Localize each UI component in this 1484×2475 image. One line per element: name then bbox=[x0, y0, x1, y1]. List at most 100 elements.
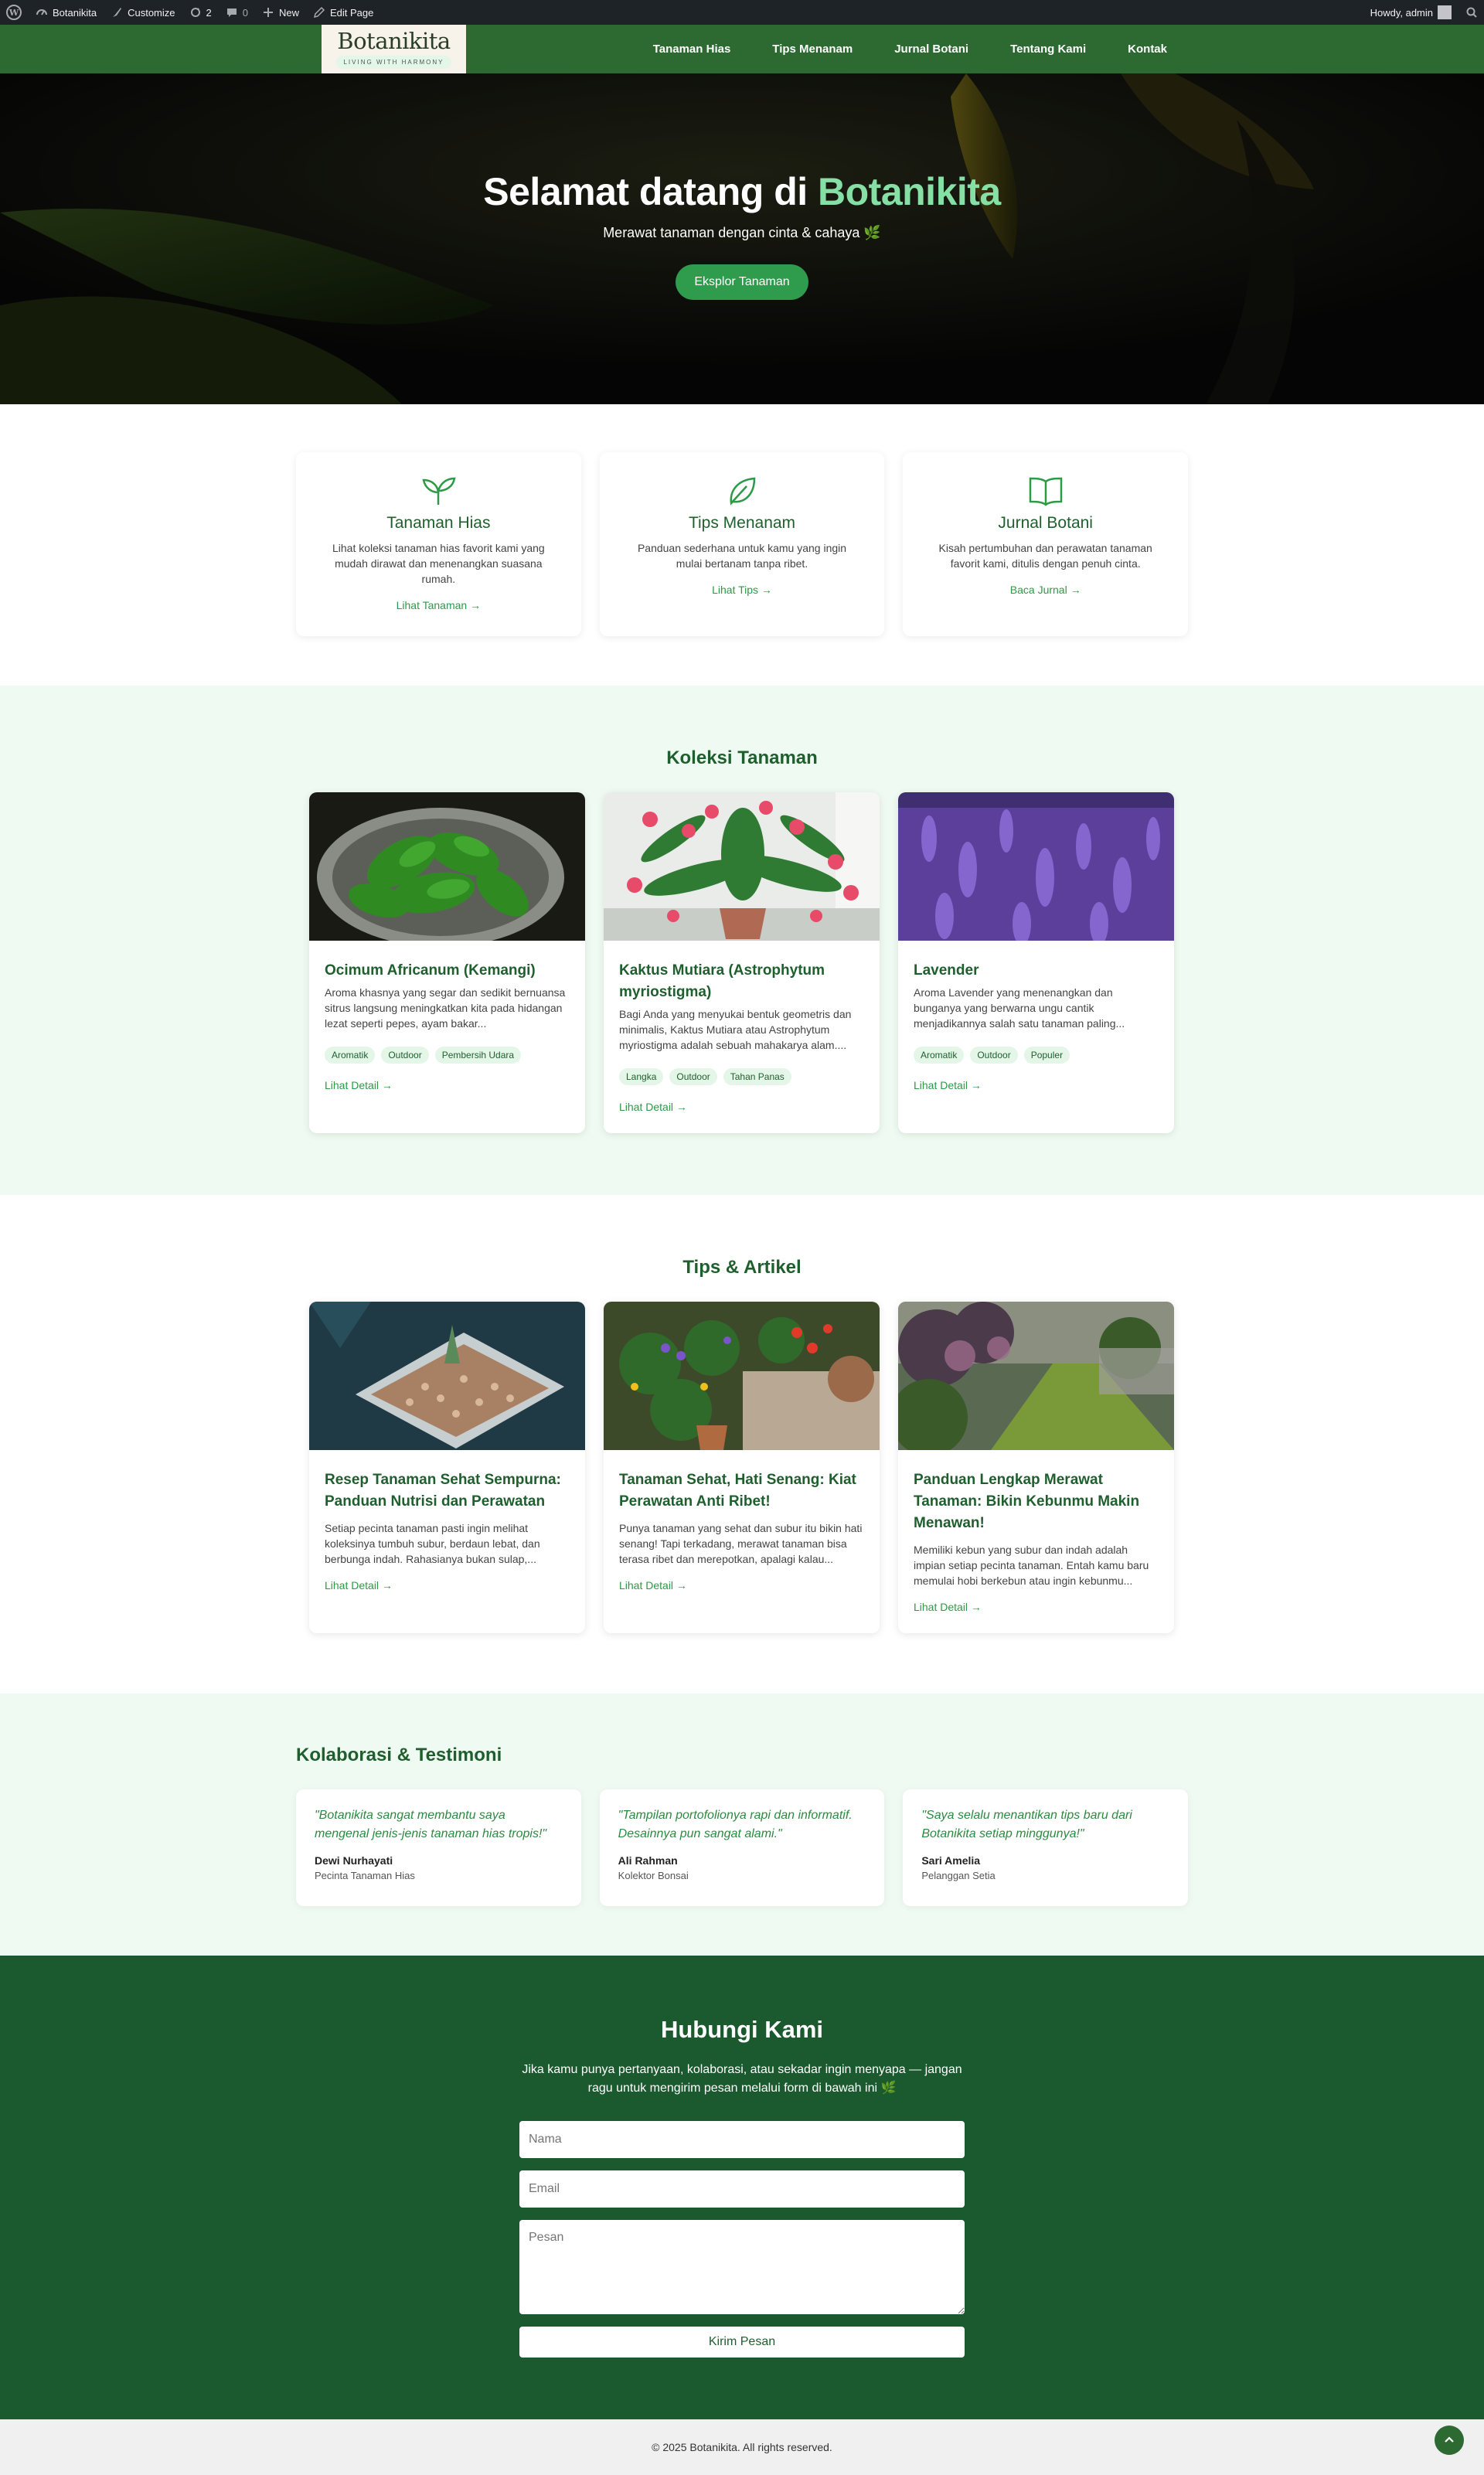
tag: Aromatik bbox=[914, 1047, 965, 1064]
avatar bbox=[1438, 5, 1452, 19]
sprout-icon bbox=[422, 477, 456, 505]
copyright-text: © 2025 Botanikita. All rights reserved. bbox=[652, 2441, 832, 2453]
collection-section: Koleksi Tanaman Ocimum Africanum (Kemang… bbox=[0, 686, 1484, 1195]
send-message-button[interactable]: Kirim Pesan bbox=[519, 2327, 965, 2358]
nav-jurnal-botani[interactable]: Jurnal Botani bbox=[894, 43, 968, 56]
tips-section: Tips & Artikel Resep Tanaman Sehat Sempu… bbox=[0, 1195, 1484, 1694]
email-field[interactable] bbox=[519, 2170, 965, 2208]
tag: Outdoor bbox=[970, 1047, 1018, 1064]
article-title[interactable]: Resep Tanaman Sehat Sempurna: Panduan Nu… bbox=[325, 1469, 570, 1513]
tag: Aromatik bbox=[325, 1047, 376, 1064]
wordpress-logo-icon[interactable]: W bbox=[6, 5, 22, 20]
testimonial-role: Pelanggan Setia bbox=[921, 1870, 996, 1881]
admin-new[interactable]: New bbox=[262, 6, 299, 19]
site-footer: © 2025 Botanikita. All rights reserved. bbox=[0, 2419, 1484, 2475]
name-field[interactable] bbox=[519, 2121, 965, 2158]
article-title[interactable]: Panduan Lengkap Merawat Tanaman: Bikin K… bbox=[914, 1469, 1159, 1534]
testimonials-section: Kolaborasi & Testimoni "Botanikita sanga… bbox=[0, 1694, 1484, 1956]
pencil-icon bbox=[313, 6, 325, 19]
hero-subtitle: Merawat tanaman dengan cinta & cahaya 🌿 bbox=[603, 225, 881, 240]
admin-customize[interactable]: Customize bbox=[111, 6, 175, 19]
plant-name[interactable]: Kaktus Mutiara (Astrophytum myriostigma) bbox=[619, 960, 864, 1003]
detail-link[interactable]: Lihat Detail → bbox=[619, 1101, 687, 1113]
article-card: Panduan Lengkap Merawat Tanaman: Bikin K… bbox=[898, 1302, 1174, 1633]
plant-name[interactable]: Lavender bbox=[914, 960, 1159, 982]
testimonial-author: Dewi Nurhayati bbox=[315, 1854, 393, 1867]
basil-image bbox=[309, 792, 585, 947]
tag: Langka bbox=[619, 1068, 664, 1085]
tag: Tahan Panas bbox=[723, 1068, 791, 1085]
feature-text: Panduan sederhana untuk kamu yang ingin … bbox=[637, 542, 847, 570]
feature-title: Jurnal Botani bbox=[998, 514, 1093, 532]
testimonial-role: Kolektor Bonsai bbox=[618, 1870, 689, 1881]
testimonial-author: Ali Rahman bbox=[618, 1854, 678, 1867]
leaf-icon bbox=[730, 477, 756, 506]
nav-tanaman-hias[interactable]: Tanaman Hias bbox=[653, 43, 731, 56]
admin-comments[interactable]: 0 bbox=[226, 6, 248, 19]
view-plants-link[interactable]: Lihat Tanaman → bbox=[397, 599, 481, 611]
article-card: Resep Tanaman Sehat Sempurna: Panduan Nu… bbox=[309, 1302, 585, 1633]
admin-site-name[interactable]: Botanikita bbox=[36, 6, 97, 19]
plant-description: Aroma Lavender yang menenangkan dan bung… bbox=[914, 986, 1125, 1030]
nav-tentang-kami[interactable]: Tentang Kami bbox=[1010, 43, 1086, 56]
detail-link[interactable]: Lihat Detail → bbox=[914, 1079, 982, 1091]
hero-title: Selamat datang di Botanikita bbox=[483, 170, 1001, 213]
section-title: Koleksi Tanaman bbox=[666, 747, 818, 768]
plant-name[interactable]: Ocimum Africanum (Kemangi) bbox=[325, 960, 570, 982]
testimonial-quote: "Tampilan portofolionya rapi dan informa… bbox=[618, 1809, 853, 1840]
brush-icon bbox=[113, 8, 122, 17]
article-card: Tanaman Sehat, Hati Senang: Kiat Perawat… bbox=[604, 1302, 880, 1633]
detail-link[interactable]: Lihat Detail → bbox=[914, 1601, 982, 1613]
tag: Outdoor bbox=[381, 1047, 429, 1064]
back-to-top-button[interactable] bbox=[1435, 2426, 1464, 2455]
features-section: Tanaman Hias Lihat koleksi tanaman hias … bbox=[0, 404, 1484, 686]
contact-form: Kirim Pesan bbox=[519, 2121, 965, 2358]
tag: Populer bbox=[1023, 1047, 1070, 1064]
nav-kontak[interactable]: Kontak bbox=[1128, 43, 1167, 56]
succulent-pot-image bbox=[309, 1302, 585, 1450]
testimonial-quote: "Botanikita sangat membantu saya mengena… bbox=[315, 1809, 547, 1840]
site-logo[interactable]: Botanikita LIVING WITH HARMONY bbox=[322, 25, 466, 73]
admin-bar: W Botanikita Customize 2 0 New Edit Page… bbox=[0, 0, 1484, 25]
testimonial-author: Sari Amelia bbox=[921, 1854, 981, 1867]
explore-plants-button[interactable]: Eksplor Tanaman bbox=[676, 264, 808, 300]
hero-section: Selamat datang di Botanikita Merawat tan… bbox=[0, 73, 1484, 404]
comment-icon bbox=[226, 9, 237, 17]
plant-tags: Langka Outdoor Tahan Panas bbox=[619, 1068, 864, 1085]
search-icon[interactable] bbox=[1465, 6, 1478, 19]
plant-description: Bagi Anda yang menyukai bentuk geometris… bbox=[619, 1008, 852, 1051]
article-title[interactable]: Tanaman Sehat, Hati Senang: Kiat Perawat… bbox=[619, 1469, 864, 1513]
article-excerpt: Memiliki kebun yang subur dan indah adal… bbox=[914, 1544, 1149, 1587]
lavender-image bbox=[898, 792, 1174, 945]
detail-link[interactable]: Lihat Detail → bbox=[325, 1079, 393, 1091]
article-excerpt: Punya tanaman yang sehat dan subur itu b… bbox=[619, 1522, 863, 1565]
tag: Pembersih Udara bbox=[434, 1047, 522, 1064]
message-field[interactable] bbox=[519, 2220, 965, 2314]
dashboard-icon bbox=[36, 9, 47, 15]
potted-flowers-image bbox=[604, 1302, 880, 1450]
read-journal-link[interactable]: Baca Jurnal → bbox=[1010, 584, 1081, 596]
section-title: Hubungi Kami bbox=[660, 2016, 824, 2043]
updates-icon bbox=[190, 8, 200, 17]
main-nav: Tanaman Hias Tips Menanam Jurnal Botani … bbox=[653, 43, 1167, 56]
testimonial-card: "Botanikita sangat membantu saya mengena… bbox=[296, 1789, 581, 1906]
testimonial-card: "Saya selalu menantikan tips baru dari B… bbox=[903, 1789, 1189, 1906]
detail-link[interactable]: Lihat Detail → bbox=[325, 1579, 393, 1592]
detail-link[interactable]: Lihat Detail → bbox=[619, 1579, 687, 1592]
contact-section: Hubungi Kami Jika kamu punya pertanyaan,… bbox=[0, 1956, 1484, 2419]
view-tips-link[interactable]: Lihat Tips → bbox=[712, 584, 772, 596]
feature-card-tanaman-hias: Tanaman Hias Lihat koleksi tanaman hias … bbox=[296, 452, 581, 636]
section-title: Kolaborasi & Testimoni bbox=[296, 1745, 502, 1765]
feature-title: Tanaman Hias bbox=[386, 514, 491, 532]
book-icon bbox=[1029, 477, 1062, 506]
feature-text: Lihat koleksi tanaman hias favorit kami … bbox=[332, 542, 545, 585]
admin-edit-page[interactable]: Edit Page bbox=[313, 6, 373, 19]
admin-updates[interactable]: 2 bbox=[189, 6, 212, 19]
plant-description: Aroma khasnya yang segar dan sedikit ber… bbox=[325, 986, 566, 1030]
testimonial-role: Pecinta Tanaman Hias bbox=[315, 1870, 415, 1881]
plant-tags: Aromatik Outdoor Populer bbox=[914, 1047, 1159, 1064]
admin-account[interactable]: Howdy, admin bbox=[1370, 5, 1452, 19]
plus-icon bbox=[263, 8, 273, 17]
section-title: Tips & Artikel bbox=[682, 1257, 802, 1278]
nav-tips-menanam[interactable]: Tips Menanam bbox=[772, 43, 853, 56]
